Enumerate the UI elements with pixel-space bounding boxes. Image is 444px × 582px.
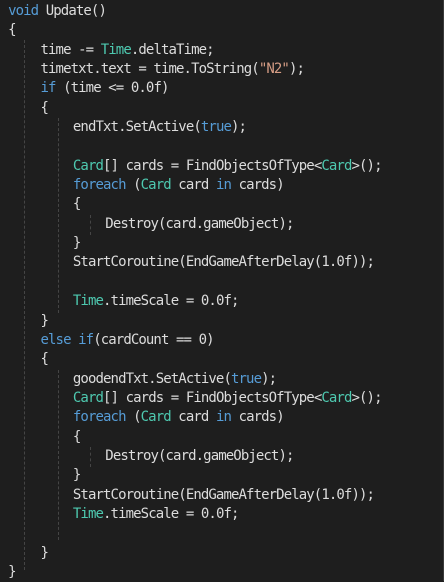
code-line: timetxt.text = time.ToString("N2"); (0, 60, 444, 79)
code-line: Card[] cards = FindObjectsOfType<Card>()… (0, 157, 444, 176)
code-line: Destroy(card.gameObject); (0, 447, 444, 466)
code-token-type: Card (140, 177, 172, 194)
code-token-default: } (8, 563, 16, 580)
code-token-default: .timeScale = 0.0f; (103, 505, 239, 522)
code-lines: void Update(){time -= Time.deltaTime; tim… (0, 2, 444, 582)
code-line: Time.timeScale = 0.0f; (0, 505, 444, 524)
code-token-type: Card (140, 409, 172, 426)
code-line: { (0, 195, 444, 214)
code-token-keyword: else if (40, 331, 95, 348)
code-line: time -= Time.deltaTime; (0, 41, 444, 60)
code-token-default: } (72, 235, 81, 252)
code-token-default: ); (288, 61, 305, 78)
code-line: Time.timeScale = 0.0f; (0, 292, 444, 311)
code-token-keyword: foreach (72, 177, 134, 194)
code-token-default: Destroy(card.gameObject); (105, 215, 294, 232)
code-token-type: Time (72, 293, 104, 310)
code-token-default: >(); (351, 389, 382, 406)
code-line: } (0, 563, 444, 582)
code-line: goodendTxt.SetActive(true); (0, 370, 444, 389)
code-token-keyword: if (40, 80, 64, 97)
code-line: Card[] cards = FindObjectsOfType<Card>()… (0, 389, 444, 408)
code-editor[interactable]: void Update(){time -= Time.deltaTime; tim… (0, 0, 444, 581)
code-token-keyword: void (8, 3, 46, 19)
code-token-default: .timeScale = 0.0f; (103, 293, 239, 310)
code-token-type: Card (321, 389, 352, 406)
code-token-default: [] cards = FindObjectsOfType< (103, 389, 322, 406)
code-token-default: { (40, 99, 49, 116)
code-token-default: } (40, 544, 49, 561)
code-token-default: cards) (238, 409, 285, 426)
code-line: } (0, 544, 444, 563)
code-token-default: StartCoroutine(EndGameAfterDelay(1.0f)); (72, 254, 375, 271)
code-token-type: Card (321, 157, 352, 174)
code-token-default: .deltaTime; (130, 41, 215, 58)
code-token-default: >(); (351, 157, 382, 174)
code-token-default: ); (261, 370, 277, 387)
code-line: Destroy(card.gameObject); (0, 215, 444, 234)
code-token-type: Time (72, 505, 104, 522)
code-token-default: ( (133, 177, 141, 194)
code-token-keyword: true (200, 119, 232, 136)
code-token-type: Card (72, 389, 104, 406)
code-line: if (time <= 0.0f) (0, 79, 444, 98)
code-token-keyword: in (215, 177, 239, 194)
code-line: { (0, 99, 444, 118)
code-token-default: cards) (238, 177, 285, 194)
code-line: { (0, 428, 444, 447)
code-line: } (0, 312, 444, 331)
code-token-default: } (72, 467, 81, 484)
code-token-default: [] cards = FindObjectsOfType< (103, 157, 322, 174)
code-line: else if(cardCount == 0) (0, 331, 444, 350)
code-token-default: Destroy(card.gameObject); (105, 447, 294, 464)
code-line: StartCoroutine(EndGameAfterDelay(1.0f)); (0, 486, 444, 505)
code-token-keyword: in (215, 409, 239, 426)
code-token-type: Card (72, 157, 104, 174)
code-token-default: (cardCount == 0) (93, 331, 214, 348)
code-token-default: { (72, 196, 81, 213)
code-token-keyword: true (231, 370, 262, 387)
code-token-default: } (40, 312, 49, 329)
code-token-type: Time (100, 41, 132, 58)
code-token-default: ); (231, 119, 247, 136)
code-token-default: card (170, 177, 216, 194)
code-line: endTxt.SetActive(true); (0, 118, 444, 137)
code-token-default: (time <= 0.0f) (63, 80, 169, 97)
code-token-default: ( (133, 409, 141, 426)
code-token-default: { (40, 351, 49, 368)
code-line: void Update() (0, 2, 444, 21)
code-token-default: { (72, 428, 81, 445)
code-token-default: Update() (45, 3, 107, 19)
code-line: foreach (Card card in cards) (0, 408, 444, 427)
code-line: foreach (Card card in cards) (0, 176, 444, 195)
code-token-string: "N2" (258, 61, 290, 78)
code-token-default: card (170, 409, 216, 426)
code-token-default: timetxt.text = time.ToString( (40, 61, 260, 78)
code-line: } (0, 466, 444, 485)
code-line: { (0, 21, 444, 40)
code-line: { (0, 350, 444, 369)
code-token-default: StartCoroutine(EndGameAfterDelay(1.0f)); (72, 486, 375, 503)
code-token-default: time -= (40, 41, 101, 58)
code-line: StartCoroutine(EndGameAfterDelay(1.0f)); (0, 253, 444, 272)
code-token-keyword: foreach (72, 409, 134, 426)
code-token-default: goodendTxt.SetActive( (72, 370, 232, 387)
code-token-default: endTxt.SetActive( (72, 119, 202, 136)
code-token-default: { (8, 22, 16, 39)
code-line: } (0, 234, 444, 253)
